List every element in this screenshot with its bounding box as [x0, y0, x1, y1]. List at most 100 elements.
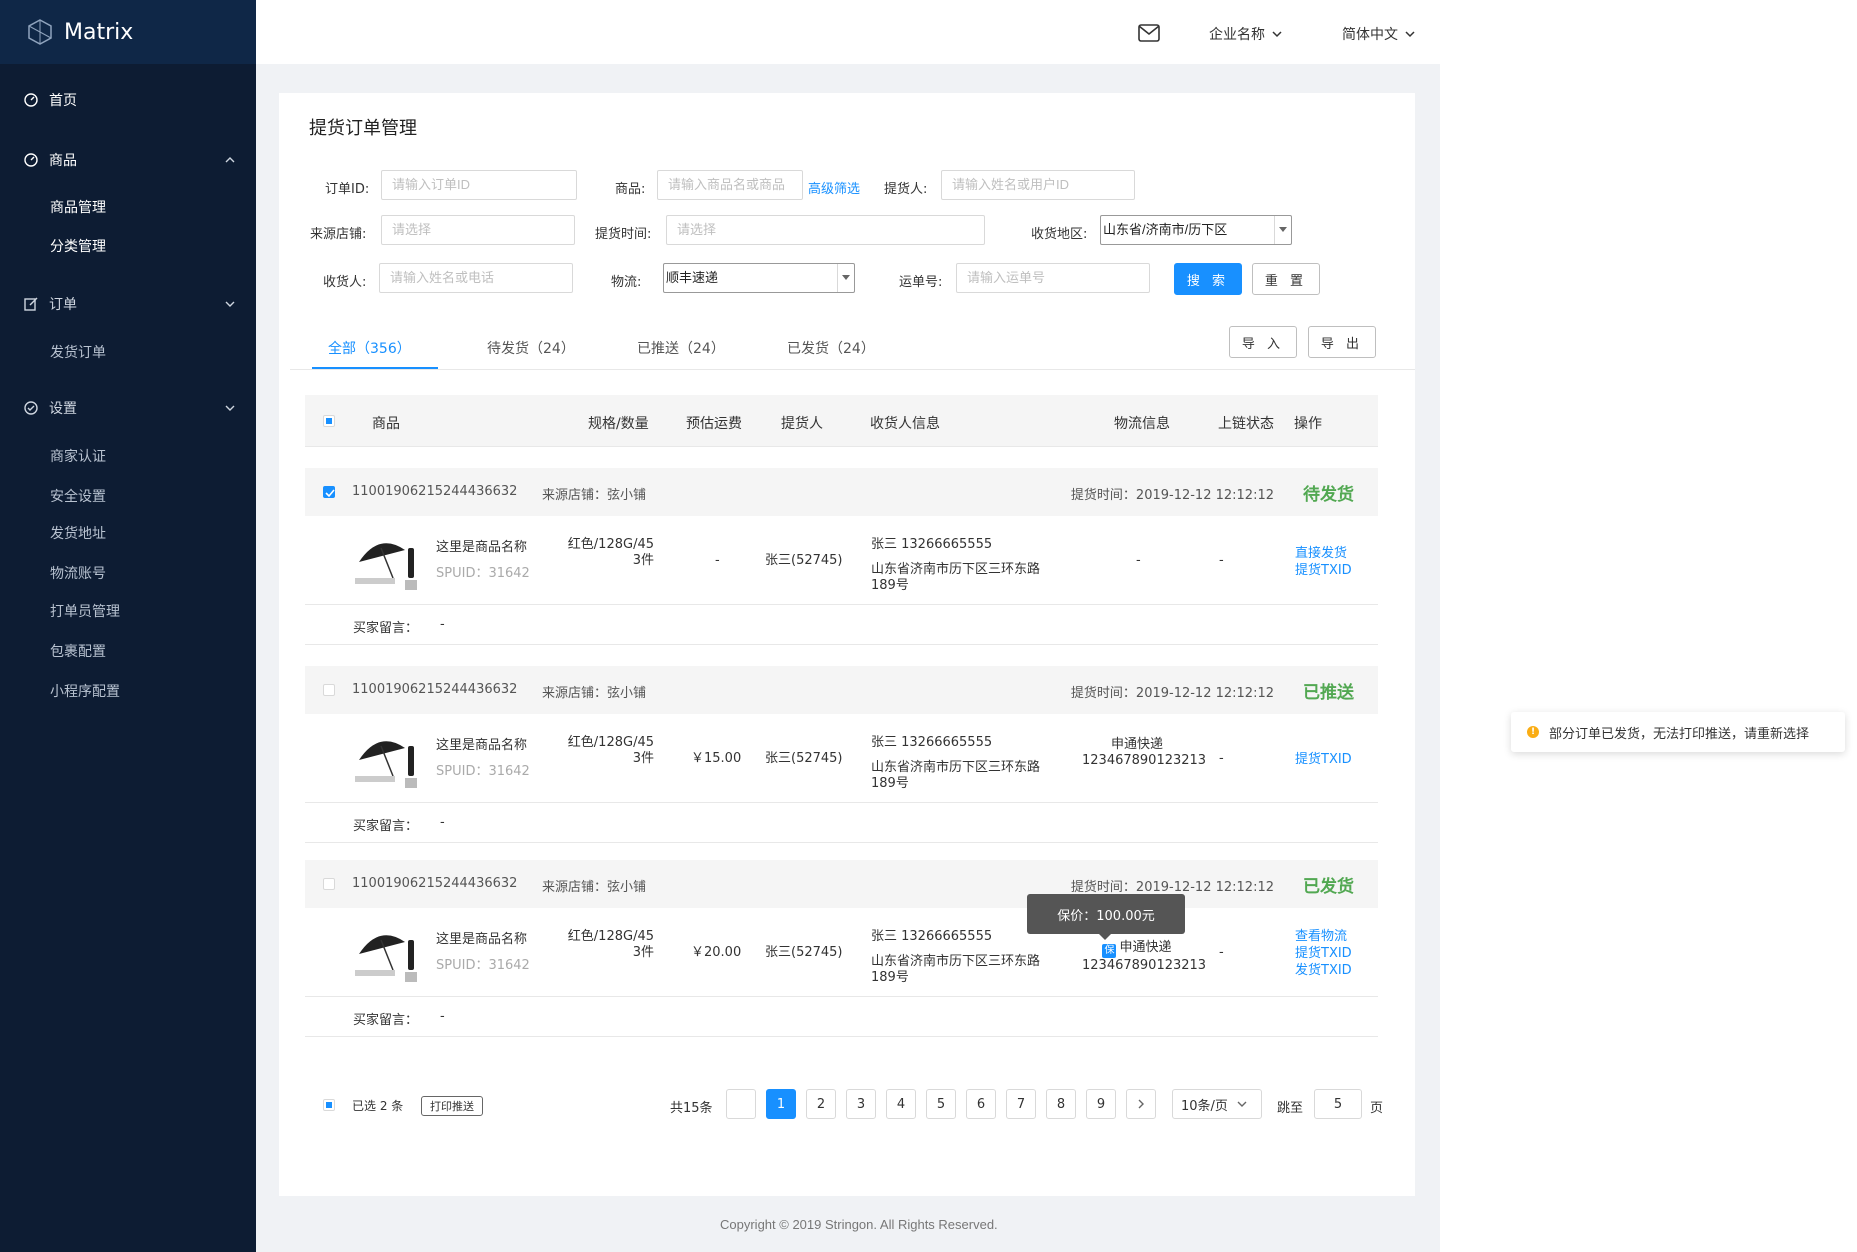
- ops-cell: 查看物流 提货TXID 发货TXID: [1295, 928, 1352, 979]
- logistics-select[interactable]: 顺丰速递: [663, 263, 855, 293]
- picker-label: 提货人:: [884, 182, 928, 197]
- advanced-filter-link[interactable]: 高级筛选: [808, 178, 860, 197]
- sidebar-group-goods[interactable]: 商品: [0, 150, 256, 170]
- order-checkbox[interactable]: [323, 486, 335, 498]
- ship-txid-link[interactable]: 发货TXID: [1295, 962, 1352, 979]
- buyer-message-value: -: [440, 815, 445, 830]
- ship-directly-link[interactable]: 直接发货: [1295, 545, 1352, 562]
- app-logo[interactable]: Matrix: [0, 0, 256, 64]
- qty-text: 3件: [632, 553, 654, 568]
- pickup-txid-link[interactable]: 提货TXID: [1295, 751, 1352, 768]
- ops-cell: 直接发货 提货TXID: [1295, 545, 1352, 579]
- umbrella-product-image: [353, 528, 421, 592]
- page-title: 提货订单管理: [309, 118, 417, 139]
- page-9[interactable]: 9: [1086, 1089, 1116, 1119]
- goods-label: 商品:: [615, 182, 646, 197]
- print-push-button[interactable]: 打印推送: [421, 1096, 483, 1116]
- receiver-address-line1: 山东省济南市历下区三环东路: [871, 562, 1041, 577]
- receiver-name-phone: 张三 13266665555: [871, 537, 993, 552]
- order-checkbox[interactable]: [323, 684, 335, 696]
- buyer-message-value: -: [440, 1009, 445, 1024]
- search-button[interactable]: 搜 索: [1174, 263, 1242, 295]
- store-select[interactable]: 请选择: [381, 215, 575, 245]
- tracking-input[interactable]: 请输入运单号: [956, 263, 1150, 293]
- sidebar-item-ship-address[interactable]: 发货地址: [50, 523, 106, 543]
- page-size-select[interactable]: 10条/页: [1172, 1089, 1262, 1119]
- page-2[interactable]: 2: [806, 1089, 836, 1119]
- dashboard-icon: [24, 93, 38, 107]
- page-3[interactable]: 3: [846, 1089, 876, 1119]
- sidebar-item-category-manage[interactable]: 分类管理: [50, 236, 106, 256]
- view-logistics-link[interactable]: 查看物流: [1295, 928, 1352, 945]
- copyright: Copyright © 2019 Stringon. All Rights Re…: [720, 1217, 998, 1232]
- sidebar-item-home[interactable]: 首页: [0, 90, 256, 110]
- mail-icon[interactable]: [1138, 24, 1160, 42]
- sidebar-item-security[interactable]: 安全设置: [50, 486, 106, 506]
- picker-cell: 张三(52745): [765, 945, 843, 960]
- col-goods: 商品: [372, 416, 400, 432]
- language-label: 简体中文: [1342, 27, 1398, 43]
- product-spuid: SPUID：31642: [436, 764, 530, 779]
- sidebar-item-logistics-account[interactable]: 物流账号: [50, 563, 106, 583]
- select-all-checkbox[interactable]: [323, 415, 335, 427]
- picker-input[interactable]: 请输入姓名或用户ID: [941, 170, 1135, 200]
- pickup-txid-link[interactable]: 提货TXID: [1295, 945, 1352, 962]
- warning-icon: !: [1527, 726, 1539, 738]
- reset-button[interactable]: 重 置: [1252, 263, 1320, 295]
- col-receiver: 收货人信息: [870, 416, 940, 432]
- insured-badge[interactable]: 保: [1102, 944, 1117, 958]
- order-time: 提货时间：2019-12-12 12:12:12: [1070, 880, 1274, 895]
- language-dropdown[interactable]: 简体中文: [1342, 24, 1416, 44]
- footer-select-all-checkbox[interactable]: [323, 1099, 335, 1111]
- logistics-label: 物流:: [611, 275, 642, 290]
- tab-pending[interactable]: 待发货（24）: [487, 338, 575, 358]
- page-1[interactable]: 1: [766, 1089, 796, 1119]
- order-status: 已推送: [1303, 683, 1354, 703]
- tab-all[interactable]: 全部（356）: [328, 338, 411, 358]
- umbrella-product-image: [353, 726, 421, 790]
- freight-cell: -: [715, 553, 720, 568]
- sidebar-item-printer-staff[interactable]: 打单员管理: [50, 601, 120, 621]
- page-5[interactable]: 5: [926, 1089, 956, 1119]
- sidebar-group-orders[interactable]: 订单: [0, 294, 256, 314]
- check-circle-icon: [24, 401, 38, 415]
- page-6[interactable]: 6: [966, 1089, 996, 1119]
- page-7[interactable]: 7: [1006, 1089, 1036, 1119]
- next-page-button[interactable]: [1126, 1089, 1156, 1119]
- chevron-up-icon: [225, 157, 235, 163]
- order-status: 待发货: [1303, 485, 1354, 505]
- spec-text: 红色/128G/45: [567, 537, 654, 552]
- export-button[interactable]: 导 出: [1308, 326, 1376, 358]
- chevron-down-icon: [1405, 31, 1415, 38]
- page-4[interactable]: 4: [886, 1089, 916, 1119]
- order-header: 11001906215244436632 来源店铺：弦小铺 提货时间：2019-…: [305, 468, 1378, 516]
- company-dropdown[interactable]: 企业名称: [1209, 24, 1283, 44]
- sidebar-item-goods-manage[interactable]: 商品管理: [50, 197, 106, 217]
- jump-page-input[interactable]: 5: [1314, 1089, 1362, 1119]
- logistics-value: 顺丰速递: [666, 270, 719, 285]
- receiver-input[interactable]: 请输入姓名或电话: [379, 263, 573, 293]
- sidebar-item-miniprogram-config[interactable]: 小程序配置: [50, 681, 120, 701]
- sidebar-item-ship-orders[interactable]: 发货订单: [50, 342, 106, 362]
- buyer-message-row: 买家留言： -: [305, 604, 1378, 645]
- region-select[interactable]: 山东省/济南市/历下区: [1100, 215, 1292, 245]
- order-checkbox[interactable]: [323, 878, 335, 890]
- order-store: 来源店铺：弦小铺: [542, 686, 647, 701]
- sidebar-group-settings[interactable]: 设置: [0, 398, 256, 418]
- sidebar-item-merchant-auth[interactable]: 商家认证: [50, 446, 106, 466]
- pick-time-picker[interactable]: 请选择: [666, 215, 985, 245]
- region-value: 山东省/济南市/历下区: [1103, 222, 1228, 237]
- tab-pushed[interactable]: 已推送（24）: [637, 338, 725, 358]
- buyer-message-label: 买家留言：: [353, 1013, 419, 1028]
- pickup-txid-link[interactable]: 提货TXID: [1295, 562, 1352, 579]
- import-button[interactable]: 导 入: [1229, 326, 1297, 358]
- prev-page-button[interactable]: [726, 1089, 756, 1119]
- sidebar-item-package-config[interactable]: 包裹配置: [50, 641, 106, 661]
- order-store: 来源店铺：弦小铺: [542, 488, 647, 503]
- order-id: 11001906215244436632: [352, 484, 518, 499]
- page-8[interactable]: 8: [1046, 1089, 1076, 1119]
- goods-input[interactable]: 请输入商品名或商品: [657, 170, 803, 200]
- spec-text: 红色/128G/45: [567, 735, 654, 750]
- tab-shipped[interactable]: 已发货（24）: [787, 338, 875, 358]
- order-id-input[interactable]: 请输入订单ID: [381, 170, 577, 200]
